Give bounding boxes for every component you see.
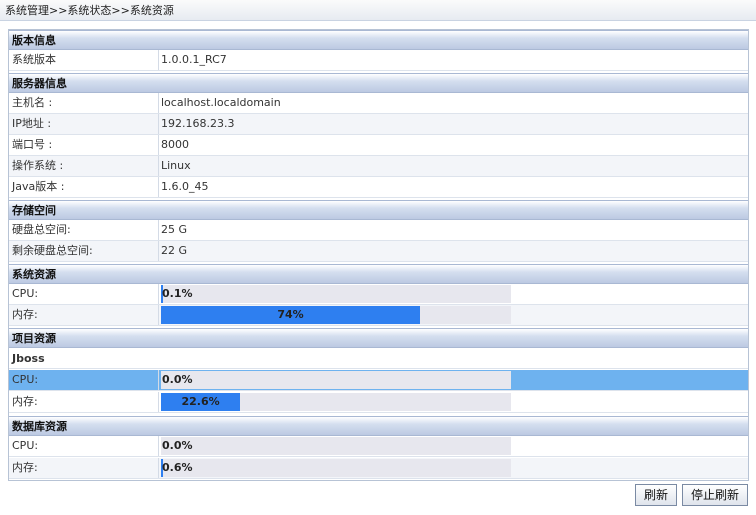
project-name-jboss: Jboss	[9, 348, 748, 369]
row-label: CPU:	[9, 436, 159, 456]
progress-text: 74%	[277, 308, 304, 321]
progress-text: 22.6%	[181, 395, 220, 408]
row-value: 22 G	[161, 244, 188, 257]
row-port: 端口号 : 8000	[9, 135, 748, 156]
row-system-memory: 内存: 74%	[9, 305, 748, 326]
row-os: 操作系统 : Linux	[9, 156, 748, 177]
row-database-memory: 内存: 0.6%	[9, 458, 748, 479]
stop-refresh-button[interactable]: 停止刷新	[682, 484, 748, 506]
row-label: CPU:	[9, 284, 159, 304]
row-value: Linux	[161, 159, 191, 172]
system-cpu-progress-bar: 0.1%	[161, 285, 511, 303]
progress-text: 0.1%	[162, 287, 193, 300]
progress-text: 0.0%	[162, 439, 193, 452]
row-value: 25 G	[161, 223, 188, 236]
system-resource-panel: 版本信息 系统版本 1.0.0.1_RC7 服务器信息 主机名 : localh…	[8, 29, 749, 481]
row-label: 系统版本	[9, 50, 159, 70]
row-value: 192.168.23.3	[161, 117, 235, 130]
section-header-server: 服务器信息	[9, 73, 748, 93]
row-java-version: Java版本 : 1.6.0_45	[9, 177, 748, 198]
progress-text: 0.6%	[162, 461, 193, 474]
row-label: 剩余硬盘总空间:	[9, 241, 159, 261]
row-label: 内存:	[9, 305, 159, 325]
database-cpu-progress-bar: 0.0%	[161, 437, 511, 455]
database-memory-progress-bar: 0.6%	[161, 459, 511, 477]
section-header-version: 版本信息	[9, 30, 748, 50]
row-label: Java版本 :	[9, 177, 159, 197]
row-label: 硬盘总空间:	[9, 220, 159, 240]
row-label: IP地址 :	[9, 114, 159, 134]
row-system-cpu: CPU: 0.1%	[9, 284, 748, 305]
row-system-version: 系统版本 1.0.0.1_RC7	[9, 50, 748, 71]
section-header-system: 系统资源	[9, 264, 748, 284]
breadcrumb: 系统管理>>系统状态>>系统资源	[0, 0, 756, 21]
row-project-memory: 内存: 22.6%	[9, 392, 748, 413]
row-database-cpu: CPU: 0.0%	[9, 436, 748, 457]
row-project-cpu[interactable]: CPU: 0.0%	[9, 370, 748, 391]
row-value: localhost.localdomain	[161, 96, 281, 109]
row-ip-address: IP地址 : 192.168.23.3	[9, 114, 748, 135]
row-label: 端口号 :	[9, 135, 159, 155]
row-value: 8000	[161, 138, 189, 151]
system-memory-progress-bar: 74%	[161, 306, 511, 324]
row-disk-total: 硬盘总空间: 25 G	[9, 220, 748, 241]
row-label: CPU:	[9, 370, 159, 390]
row-label: 内存:	[9, 392, 159, 412]
row-value: 1.6.0_45	[161, 180, 209, 193]
section-header-storage: 存储空间	[9, 200, 748, 220]
project-cpu-progress-bar: 0.0%	[161, 371, 511, 389]
section-header-database: 数据库资源	[9, 416, 748, 436]
section-header-project: 项目资源	[9, 328, 748, 348]
row-value: 1.0.0.1_RC7	[161, 53, 227, 66]
row-label: 操作系统 :	[9, 156, 159, 176]
row-label: 内存:	[9, 458, 159, 478]
project-memory-progress-bar: 22.6%	[161, 393, 511, 411]
row-hostname: 主机名 : localhost.localdomain	[9, 93, 748, 114]
row-label: 主机名 :	[9, 93, 159, 113]
progress-text: 0.0%	[162, 373, 193, 386]
row-disk-free: 剩余硬盘总空间: 22 G	[9, 241, 748, 262]
refresh-button[interactable]: 刷新	[635, 484, 677, 506]
